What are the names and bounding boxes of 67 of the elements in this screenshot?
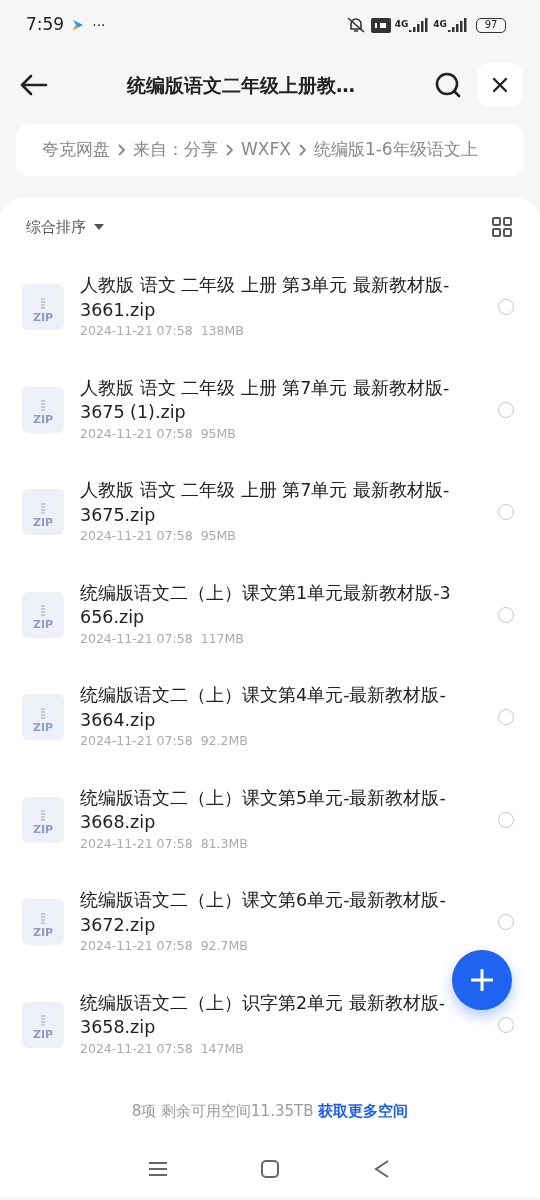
zip-file-icon: ZIP	[22, 489, 64, 536]
file-row[interactable]: ZIP 人教版 语文 二年级 上册 第7单元 最新教材版-3675 (1).zip 2024-11-21 07:58 95MB	[0, 358, 540, 461]
zip-file-icon: ZIP	[22, 591, 64, 638]
file-date: 2024-11-21 07:58	[80, 629, 193, 648]
file-name: 人教版 语文 二年级 上册 第3单元 最新教材版-3661.zip	[80, 274, 451, 322]
file-size: 138MB	[200, 322, 244, 341]
file-name: 人教版 语文 二年级 上册 第7单元 最新教材版-3675 (1).zip	[80, 376, 451, 425]
close-icon	[492, 77, 508, 93]
network-type: 4G	[394, 18, 409, 31]
file-row[interactable]: ZIP 统编版语文二（上）课文第1单元最新教材版-3656.zip 2024-11-21 07:58 117MB	[0, 563, 540, 666]
sort-dropdown[interactable]: 综合排序	[26, 215, 104, 239]
zip-file-icon: ZIP	[22, 386, 64, 433]
file-size: 92.2MB	[200, 732, 248, 751]
caret-icon	[94, 224, 104, 230]
zip-file-icon: ZIP	[22, 694, 64, 741]
back-icon[interactable]	[20, 74, 48, 96]
file-date: 2024-11-21 07:58	[80, 732, 193, 751]
chevron-icon	[226, 144, 233, 156]
breadcrumb-item[interactable]: 来自：分享	[133, 137, 218, 163]
breadcrumb-item[interactable]: 统编版1-6年级语文上	[313, 137, 478, 163]
file-row[interactable]: ZIP 人教版 语文 二年级 上册 第3单元 最新教材版-3661.zip 2024-11-21 07:58 138MB	[0, 256, 540, 359]
file-row[interactable]: ZIP 统编版语文二（上）课文第6单元-最新教材版-3672.zip 2024-11-21 07:58 92.7MB	[0, 871, 540, 974]
breadcrumb-item[interactable]: WXFX	[241, 137, 291, 163]
file-name: 统编版语文二（上）课文第5单元-最新教材版-3668.zip	[80, 786, 447, 835]
file-name: 人教版 语文 二年级 上册 第7单元 最新教材版-3675.zip	[80, 479, 451, 527]
menu-icon[interactable]	[148, 1160, 168, 1177]
close-button[interactable]	[478, 63, 522, 107]
zip-file-icon: ZIP	[22, 899, 64, 946]
grid-view-icon[interactable]	[492, 217, 512, 237]
file-size: 95MB	[200, 527, 236, 546]
file-size: 117MB	[200, 629, 244, 648]
plus-icon	[471, 969, 493, 991]
file-date: 2024-11-21 07:58	[80, 424, 193, 443]
file-row[interactable]: ZIP 统编版语文二（上）课文第4单元-最新教材版-3664.zip 2024-11-21 07:58 92.2MB	[0, 666, 540, 769]
file-size: 95MB	[200, 424, 236, 443]
more-notifications: ···	[92, 15, 106, 35]
file-name: 统编版语文二（上）课文第1单元最新教材版-3656.zip	[80, 581, 452, 630]
search-icon[interactable]	[434, 71, 462, 99]
page-title: 统编版语文二年级上册教…	[127, 73, 355, 96]
zip-file-icon: ZIP	[22, 796, 64, 843]
file-date: 2024-11-21 07:58	[80, 527, 193, 546]
signal-icon	[448, 18, 468, 32]
breadcrumb-item[interactable]: 夸克网盘	[42, 137, 110, 163]
file-date: 2024-11-21 07:58	[80, 322, 193, 341]
app-icon	[72, 19, 85, 31]
network-type: 4G	[433, 18, 447, 31]
battery-indicator: 97	[476, 17, 506, 33]
chevron-icon	[298, 144, 306, 156]
file-size: 147MB	[200, 1039, 244, 1058]
signal-icon	[409, 18, 430, 32]
file-size: 81.3MB	[200, 834, 248, 853]
file-date: 2024-11-21 07:58	[80, 937, 193, 956]
chevron-icon	[118, 144, 125, 156]
storage-summary: 8项 剩余可用空间11.35TB	[131, 1102, 314, 1120]
file-name: 统编版语文二（上）课文第4单元-最新教材版-3664.zip	[80, 684, 447, 732]
clock: 7:59	[26, 13, 65, 37]
home-icon[interactable]	[260, 1158, 280, 1179]
file-name: 统编版语文二（上）识字第2单元 最新教材版-3658.zip	[80, 991, 446, 1040]
zip-file-icon: ZIP	[22, 284, 64, 331]
file-date: 2024-11-21 07:58	[80, 834, 193, 853]
file-row[interactable]: ZIP 人教版 语文 二年级 上册 第7单元 最新教材版-3675.zip 2024-11-21 07:58 95MB	[0, 461, 540, 564]
file-date: 2024-11-21 07:58	[80, 1039, 193, 1058]
zip-file-icon: ZIP	[22, 1001, 64, 1048]
file-name: 统编版语文二（上）课文第6单元-最新教材版-3672.zip	[80, 889, 447, 937]
get-more-space-link[interactable]: 获取更多空间	[318, 1102, 409, 1120]
file-row[interactable]: ZIP 统编版语文二（上）课文第5单元-最新教材版-3668.zip 2024-11-21 07:58 81.3MB	[0, 768, 540, 871]
file-size: 92.7MB	[200, 937, 248, 956]
